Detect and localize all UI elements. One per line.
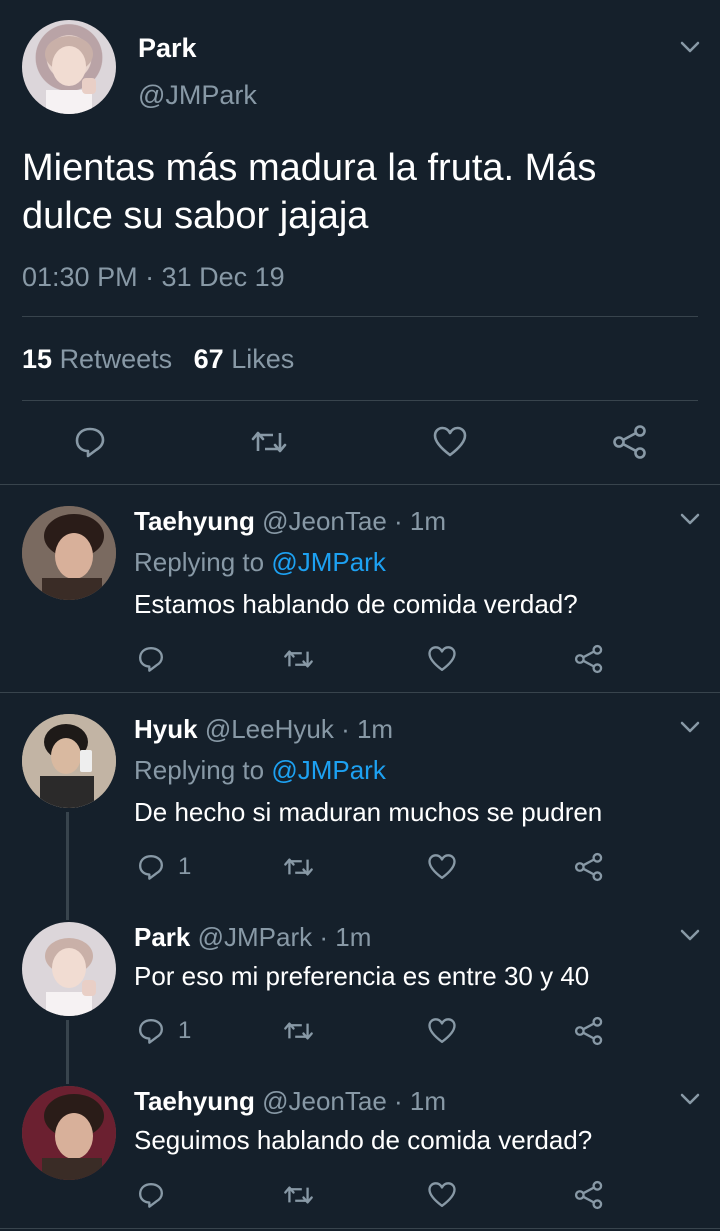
- author-handle[interactable]: @JMPark: [198, 922, 313, 952]
- reply-count: 1: [178, 853, 192, 880]
- tweet-text-line: Mientas más madura la fruta. Más: [22, 147, 597, 189]
- reply-time: · 1m: [319, 922, 372, 952]
- author-handle[interactable]: @JeonTae: [262, 506, 387, 536]
- reply-text: De hecho si maduran muchos se pudren: [134, 797, 603, 827]
- retweet-icon[interactable]: [282, 1016, 315, 1046]
- share-icon[interactable]: [573, 1016, 605, 1046]
- like-icon[interactable]: [432, 424, 468, 460]
- reply-text: Estamos hablando de comida verdad?: [134, 589, 578, 619]
- reply-icon[interactable]: [136, 1016, 166, 1046]
- replying-mention-link[interactable]: @JMPark: [271, 547, 386, 577]
- reply-time: · 1m: [341, 714, 394, 744]
- reply-header: Park @JMPark · 1m: [134, 922, 371, 953]
- share-icon[interactable]: [573, 852, 605, 882]
- replying-to: Replying to @JMPark: [134, 547, 386, 578]
- divider: [0, 1228, 720, 1229]
- retweets-count: 15: [22, 344, 53, 374]
- tweet-text-line: dulce su sabor jajaja: [22, 195, 369, 237]
- author-name[interactable]: Hyuk: [134, 714, 198, 744]
- reply-header: Taehyung @JeonTae · 1m: [134, 1086, 446, 1117]
- divider: [22, 400, 698, 401]
- author-name[interactable]: Taehyung: [134, 506, 255, 536]
- likes-label: Likes: [231, 344, 295, 374]
- avatar-hyuk[interactable]: [22, 714, 116, 808]
- like-icon[interactable]: [427, 1016, 457, 1046]
- reply-count: 1: [178, 1017, 192, 1044]
- chevron-down-icon[interactable]: [679, 720, 701, 734]
- avatar-taehyung[interactable]: [22, 506, 116, 600]
- author-handle[interactable]: @LeeHyuk: [205, 714, 334, 744]
- share-icon[interactable]: [573, 1180, 605, 1210]
- author-handle[interactable]: @JMPark: [138, 80, 257, 111]
- avatar-park[interactable]: [22, 922, 116, 1016]
- avatar-park[interactable]: [22, 20, 116, 114]
- divider: [0, 692, 720, 693]
- reply-icon[interactable]: [136, 1180, 166, 1210]
- share-icon[interactable]: [611, 424, 649, 460]
- retweet-icon[interactable]: [249, 424, 289, 460]
- chevron-down-icon[interactable]: [679, 928, 701, 942]
- like-icon[interactable]: [427, 644, 457, 674]
- chevron-down-icon[interactable]: [679, 1092, 701, 1106]
- thread-connector: [66, 812, 69, 920]
- author-name[interactable]: Park: [138, 33, 197, 64]
- divider: [22, 316, 698, 317]
- chevron-down-icon[interactable]: [679, 512, 701, 526]
- reply-header: Hyuk @LeeHyuk · 1m: [134, 714, 393, 745]
- reply-icon[interactable]: [72, 424, 108, 460]
- divider: [0, 484, 720, 485]
- like-icon[interactable]: [427, 852, 457, 882]
- reply-text: Por eso mi preferencia es entre 30 y 40: [134, 961, 590, 991]
- replying-label: Replying to: [134, 755, 265, 785]
- reply-time: · 1m: [394, 506, 447, 536]
- tweet-timestamp: 01:30 PM · 31 Dec 19: [22, 262, 285, 292]
- avatar-taehyung[interactable]: [22, 1086, 116, 1180]
- share-icon[interactable]: [573, 644, 605, 674]
- tweet-stats: 15 Retweets 67 Likes: [22, 344, 294, 375]
- replying-label: Replying to: [134, 547, 265, 577]
- author-handle[interactable]: @JeonTae: [262, 1086, 387, 1116]
- like-icon[interactable]: [427, 1180, 457, 1210]
- reply-icon[interactable]: [136, 852, 166, 882]
- retweets-stat[interactable]: 15 Retweets: [22, 344, 180, 374]
- retweet-icon[interactable]: [282, 852, 315, 882]
- reply-time: · 1m: [394, 1086, 447, 1116]
- author-name[interactable]: Taehyung: [134, 1086, 255, 1116]
- reply-header: Taehyung @JeonTae · 1m: [134, 506, 446, 537]
- reply-icon[interactable]: [136, 644, 166, 674]
- likes-count: 67: [193, 344, 224, 374]
- replying-to: Replying to @JMPark: [134, 755, 386, 786]
- chevron-down-icon[interactable]: [679, 40, 701, 54]
- reply-text: Seguimos hablando de comida verdad?: [134, 1125, 593, 1155]
- retweet-icon[interactable]: [282, 1180, 315, 1210]
- author-name[interactable]: Park: [134, 922, 190, 952]
- likes-stat[interactable]: 67 Likes: [194, 344, 295, 374]
- retweet-icon[interactable]: [282, 644, 315, 674]
- retweets-label: Retweets: [59, 344, 173, 374]
- thread-connector: [66, 1020, 69, 1084]
- tweet-text: Mientas más madura la fruta. Más dulce s…: [22, 144, 596, 240]
- replying-mention-link[interactable]: @JMPark: [271, 755, 386, 785]
